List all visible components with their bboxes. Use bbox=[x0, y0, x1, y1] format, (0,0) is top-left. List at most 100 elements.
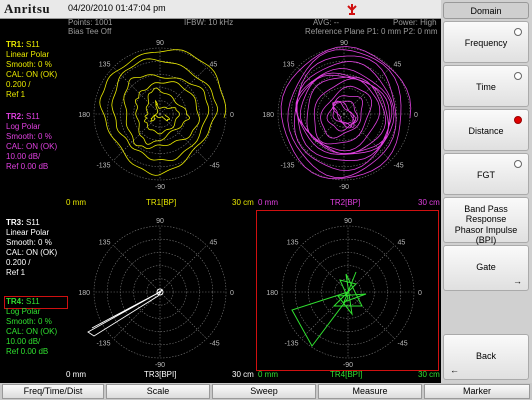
tr3-ref: Ref 1 bbox=[6, 268, 26, 277]
distance-softkey[interactable]: Distance bbox=[443, 109, 529, 151]
gate-softkey[interactable]: Gate → bbox=[443, 245, 529, 291]
tr3-start-label: 0 mm bbox=[66, 370, 86, 379]
tr4-scale: 10.00 dB/ bbox=[6, 337, 41, 346]
tr3-trace-label: TR3[BPI] bbox=[144, 370, 177, 379]
power-readout: Power: High bbox=[393, 18, 437, 27]
tr1-param: S11 bbox=[26, 40, 40, 49]
tr1-trace-label: TR1[BP] bbox=[146, 198, 177, 207]
band-pass-response-softkey[interactable]: Band Pass Response Phasor Impulse (BPI) bbox=[443, 197, 529, 245]
tr3-smooth: Smooth: 0 % bbox=[6, 238, 52, 247]
ifbw-readout: IFBW: 10 kHz bbox=[184, 18, 234, 27]
avg-readout: AVG: -- bbox=[313, 18, 340, 27]
tr3-scale: 0.200 / bbox=[6, 258, 31, 267]
tr2-cal: CAL: ON (OK) bbox=[6, 142, 58, 151]
active-trace-frame bbox=[256, 210, 439, 371]
frequency-radio-icon bbox=[514, 28, 522, 36]
back-softkey[interactable]: Back ← bbox=[443, 334, 529, 380]
sweep-menu-button[interactable]: Sweep bbox=[212, 384, 316, 399]
fgt-softkey[interactable]: FGT bbox=[443, 153, 529, 195]
bias-tee-status: Bias Tee Off bbox=[68, 27, 112, 36]
tr2-format: Log Polar bbox=[6, 122, 41, 131]
polar-angle-label: -90 bbox=[155, 362, 165, 369]
tr4-info[interactable]: TR4: S11 Log Polar Smooth: 0 % CAL: ON (… bbox=[6, 297, 57, 357]
anritsu-logo: Anritsu bbox=[4, 1, 51, 16]
reference-plane-readout: Reference Plane P1: 0 mm P2: 0 mm bbox=[305, 27, 438, 36]
tr4-cal: CAL: ON (OK) bbox=[6, 327, 58, 336]
tr2-smooth: Smooth: 0 % bbox=[6, 132, 52, 141]
time-radio-icon bbox=[514, 72, 522, 80]
phasor-impulse-label: Phasor Impulse (BPI) bbox=[454, 225, 518, 245]
polar-grid-spoke bbox=[113, 113, 161, 161]
marker-menu-button[interactable]: Marker bbox=[424, 384, 530, 399]
tr3-info[interactable]: TR3: S11 Linear Polar Smooth: 0 % CAL: O… bbox=[6, 218, 57, 278]
polar-angle-label: 0 bbox=[414, 112, 418, 119]
polar-angle-label: 90 bbox=[156, 40, 164, 47]
time-softkey[interactable]: Time bbox=[443, 65, 529, 107]
scale-menu-button[interactable]: Scale bbox=[106, 384, 210, 399]
polar-angle-label: 180 bbox=[262, 112, 274, 119]
submenu-arrow-icon: → bbox=[513, 276, 522, 286]
polar-angle-label: 0 bbox=[230, 290, 234, 297]
tr3-trace bbox=[87, 289, 163, 337]
polar-angle-label: -45 bbox=[394, 163, 404, 170]
polar-angle-label: -135 bbox=[96, 163, 110, 170]
tr1-trace bbox=[99, 49, 227, 176]
tr2-info[interactable]: TR2: S11 Log Polar Smooth: 0 % CAL: ON (… bbox=[6, 112, 57, 172]
tr2-trace-label: TR2[BP] bbox=[330, 198, 361, 207]
tr2-ref: Ref 0.00 dB bbox=[6, 162, 49, 171]
tr1-info[interactable]: TR1: S11 Linear Polar Smooth: 0 % CAL: O… bbox=[6, 40, 57, 100]
polar-angle-label: -45 bbox=[210, 163, 220, 170]
tr4-format: Log Polar bbox=[6, 307, 41, 316]
tr2-start-label: 0 mm bbox=[258, 198, 278, 207]
polar-grid-spoke bbox=[159, 245, 207, 293]
distance-radio-icon bbox=[514, 116, 522, 124]
polar-angle-label: -90 bbox=[155, 184, 165, 191]
polar-angle-label: -135 bbox=[96, 341, 110, 348]
tr3-param: S11 bbox=[26, 218, 40, 227]
tr3-format: Linear Polar bbox=[6, 228, 50, 237]
fgt-radio-icon bbox=[514, 160, 522, 168]
tr2-scale: 10.00 dB/ bbox=[6, 152, 41, 161]
tr1-polar-plot[interactable]: 90-90180 0135 45-135 -45 bbox=[70, 36, 250, 196]
measure-menu-button[interactable]: Measure bbox=[318, 384, 422, 399]
tr2-trace bbox=[280, 46, 412, 180]
tr3-polar-plot[interactable]: 90 -90 180 0 135 45 -135 -45 bbox=[70, 210, 250, 370]
tr2-polar-plot[interactable]: 90 -90 180 0 135 45 -135 -45 bbox=[252, 36, 437, 196]
antenna-icon bbox=[347, 4, 357, 15]
polar-angle-label: 135 bbox=[99, 61, 111, 68]
polar-angle-label: -135 bbox=[280, 163, 294, 170]
polar-angle-label: -90 bbox=[339, 184, 349, 191]
datetime: 04/20/2010 01:47:04 pm bbox=[68, 3, 166, 13]
tr3-name: TR3: bbox=[6, 218, 24, 227]
tr4-param: S11 bbox=[26, 297, 40, 306]
tr4-smooth: Smooth: 0 % bbox=[6, 317, 52, 326]
frequency-softkey[interactable]: Frequency bbox=[443, 21, 529, 63]
polar-angle-label: 45 bbox=[394, 61, 402, 68]
polar-angle-label: 90 bbox=[156, 218, 164, 225]
polar-angle-label: -45 bbox=[210, 341, 220, 348]
tr4-name: TR4: bbox=[6, 297, 24, 306]
tr4-stop-label: 30 cm bbox=[418, 370, 440, 379]
tr2-stop-label: 30 cm bbox=[418, 198, 440, 207]
tr4-trace-label: TR4[BPI] bbox=[330, 370, 363, 379]
polar-angle-label: 0 bbox=[230, 112, 234, 119]
freq-time-dist-menu-button[interactable]: Freq/Time/Dist bbox=[2, 384, 104, 399]
tr1-ref: Ref 1 bbox=[6, 90, 26, 99]
tr1-scale: 0.200 / bbox=[6, 80, 31, 89]
polar-angle-label: 135 bbox=[283, 61, 295, 68]
polar-angle-label: 180 bbox=[78, 112, 90, 119]
tr1-start-label: 0 mm bbox=[66, 198, 86, 207]
tr1-smooth: Smooth: 0 % bbox=[6, 60, 52, 69]
tr3-stop-label: 30 cm bbox=[232, 370, 254, 379]
tr2-param: S11 bbox=[26, 112, 40, 121]
tr4-start-label: 0 mm bbox=[258, 370, 278, 379]
polar-grid-spoke bbox=[159, 291, 207, 339]
polar-grid-spoke bbox=[113, 245, 161, 293]
tr3-cal: CAL: ON (OK) bbox=[6, 248, 58, 257]
tr2-name: TR2: bbox=[6, 112, 24, 121]
title-bar: Anritsu 04/20/2010 01:47:04 pm bbox=[0, 0, 441, 19]
tr1-format: Linear Polar bbox=[6, 50, 50, 59]
tr1-name: TR1: bbox=[6, 40, 24, 49]
tr1-cal: CAL: ON (OK) bbox=[6, 70, 58, 79]
polar-angle-label: 45 bbox=[210, 239, 218, 246]
